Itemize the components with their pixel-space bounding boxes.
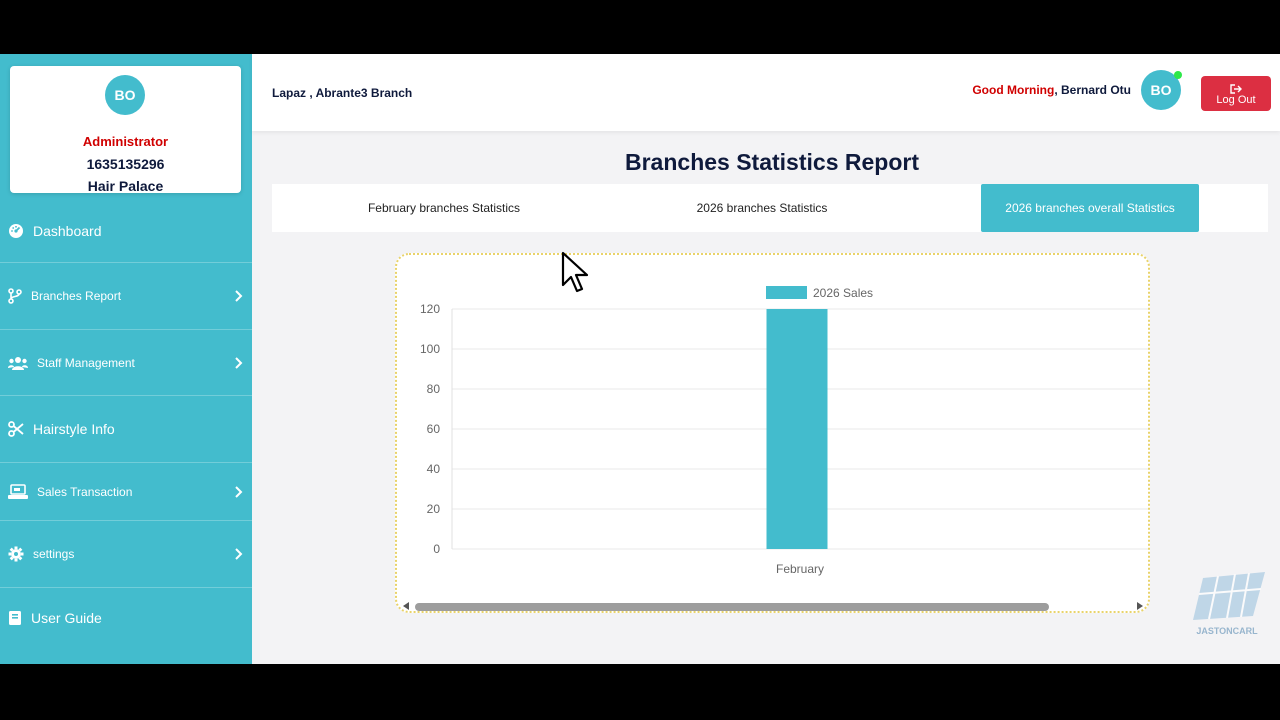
legend-label: 2026 Sales xyxy=(813,286,873,300)
sidebar-item-dashboard[interactable]: Dashboard xyxy=(0,199,252,263)
scroll-right-arrow-icon[interactable] xyxy=(1137,602,1143,610)
y-tick-label: 20 xyxy=(427,502,441,516)
chevron-right-icon xyxy=(235,356,243,369)
sidebar-item-label: Sales Transaction xyxy=(37,484,133,499)
app-window: BO Administrator 1635135296 Hair Palace … xyxy=(0,54,1280,664)
book-icon xyxy=(9,611,21,625)
online-status-indicator xyxy=(1174,71,1182,79)
scissors-icon xyxy=(8,421,24,437)
chevron-right-icon xyxy=(235,485,243,498)
greeting: Good Morning, Bernard Otu xyxy=(972,83,1131,97)
tab-february-branches-statistics[interactable]: February branches Statistics xyxy=(335,184,553,232)
profile-avatar: BO xyxy=(105,75,145,115)
tab-2026-branches-overall-statistics[interactable]: 2026 branches overall Statistics xyxy=(981,184,1199,232)
y-tick-label: 120 xyxy=(420,302,440,316)
sales-bar-chart: 0 20 40 60 80 100 120 February 2026 Sales xyxy=(420,286,1148,576)
sidebar: BO Administrator 1635135296 Hair Palace … xyxy=(0,54,252,664)
mouse-cursor-icon xyxy=(561,251,589,293)
chevron-right-icon xyxy=(235,548,243,560)
users-icon xyxy=(8,356,28,370)
sidebar-item-staff-management[interactable]: Staff Management xyxy=(0,330,252,396)
page-title: Branches Statistics Report xyxy=(625,149,919,175)
chevron-right-icon xyxy=(235,290,243,302)
profile-phone: 1635135296 xyxy=(86,156,165,172)
profile-shop: Hair Palace xyxy=(87,178,164,194)
sidebar-item-label: settings xyxy=(33,547,75,561)
dashboard-icon xyxy=(9,223,23,238)
profile-role: Administrator xyxy=(82,134,169,149)
statistics-tabs: February branches Statistics 2026 branch… xyxy=(272,184,1268,232)
branch-title: Lapaz , Abrante3 Branch xyxy=(272,86,413,100)
sidebar-item-branches-report[interactable]: Branches Report xyxy=(0,263,252,330)
sidebar-item-user-guide[interactable]: User Guide xyxy=(0,588,252,648)
sidebar-item-label: Hairstyle Info xyxy=(33,421,115,437)
y-tick-label: 80 xyxy=(427,382,441,396)
scroll-left-arrow-icon[interactable] xyxy=(403,602,409,610)
sidebar-item-label: Dashboard xyxy=(33,222,102,239)
y-tick-label: 40 xyxy=(427,462,441,476)
scrollbar-thumb[interactable] xyxy=(415,603,1049,611)
sidebar-item-settings[interactable]: settings xyxy=(0,521,252,588)
sidebar-item-sales-transaction[interactable]: Sales Transaction xyxy=(0,463,252,521)
sign-out-icon xyxy=(1230,84,1242,94)
watermark-text: JASTONCARL xyxy=(1196,626,1258,636)
greeting-separator: , xyxy=(1054,83,1061,97)
chart-card: 0 20 40 60 80 100 120 February 2026 Sales xyxy=(395,253,1150,613)
y-tick-label: 100 xyxy=(420,342,440,356)
y-tick-label: 0 xyxy=(433,542,440,556)
top-bar: Lapaz , Abrante3 Branch Good Morning, Be… xyxy=(252,54,1280,131)
sidebar-item-hairstyle-info[interactable]: Hairstyle Info xyxy=(0,396,252,463)
tab-2026-branches-statistics[interactable]: 2026 branches Statistics xyxy=(653,184,871,232)
gear-icon xyxy=(8,546,24,562)
cash-register-icon xyxy=(8,483,28,499)
profile-card: BO Administrator 1635135296 Hair Palace xyxy=(10,66,241,194)
legend-swatch xyxy=(766,286,807,299)
user-name: Bernard Otu xyxy=(1060,83,1131,97)
y-tick-label: 60 xyxy=(427,422,441,436)
sidebar-item-label: Staff Management xyxy=(37,355,135,370)
logout-label: Log Out xyxy=(1216,94,1256,106)
chart-horizontal-scrollbar[interactable] xyxy=(403,599,1143,613)
x-tick-label: February xyxy=(776,562,824,576)
watermark-logo: JASTONCARL xyxy=(1183,570,1271,650)
sidebar-item-label: User Guide xyxy=(31,610,102,626)
bar-february xyxy=(766,309,828,549)
solar-panel-logo-icon xyxy=(1193,572,1265,620)
greeting-prefix: Good Morning xyxy=(972,83,1055,97)
branch-icon xyxy=(8,288,22,304)
logout-button[interactable]: Log Out xyxy=(1201,76,1271,111)
sidebar-item-label: Branches Report xyxy=(31,289,122,303)
